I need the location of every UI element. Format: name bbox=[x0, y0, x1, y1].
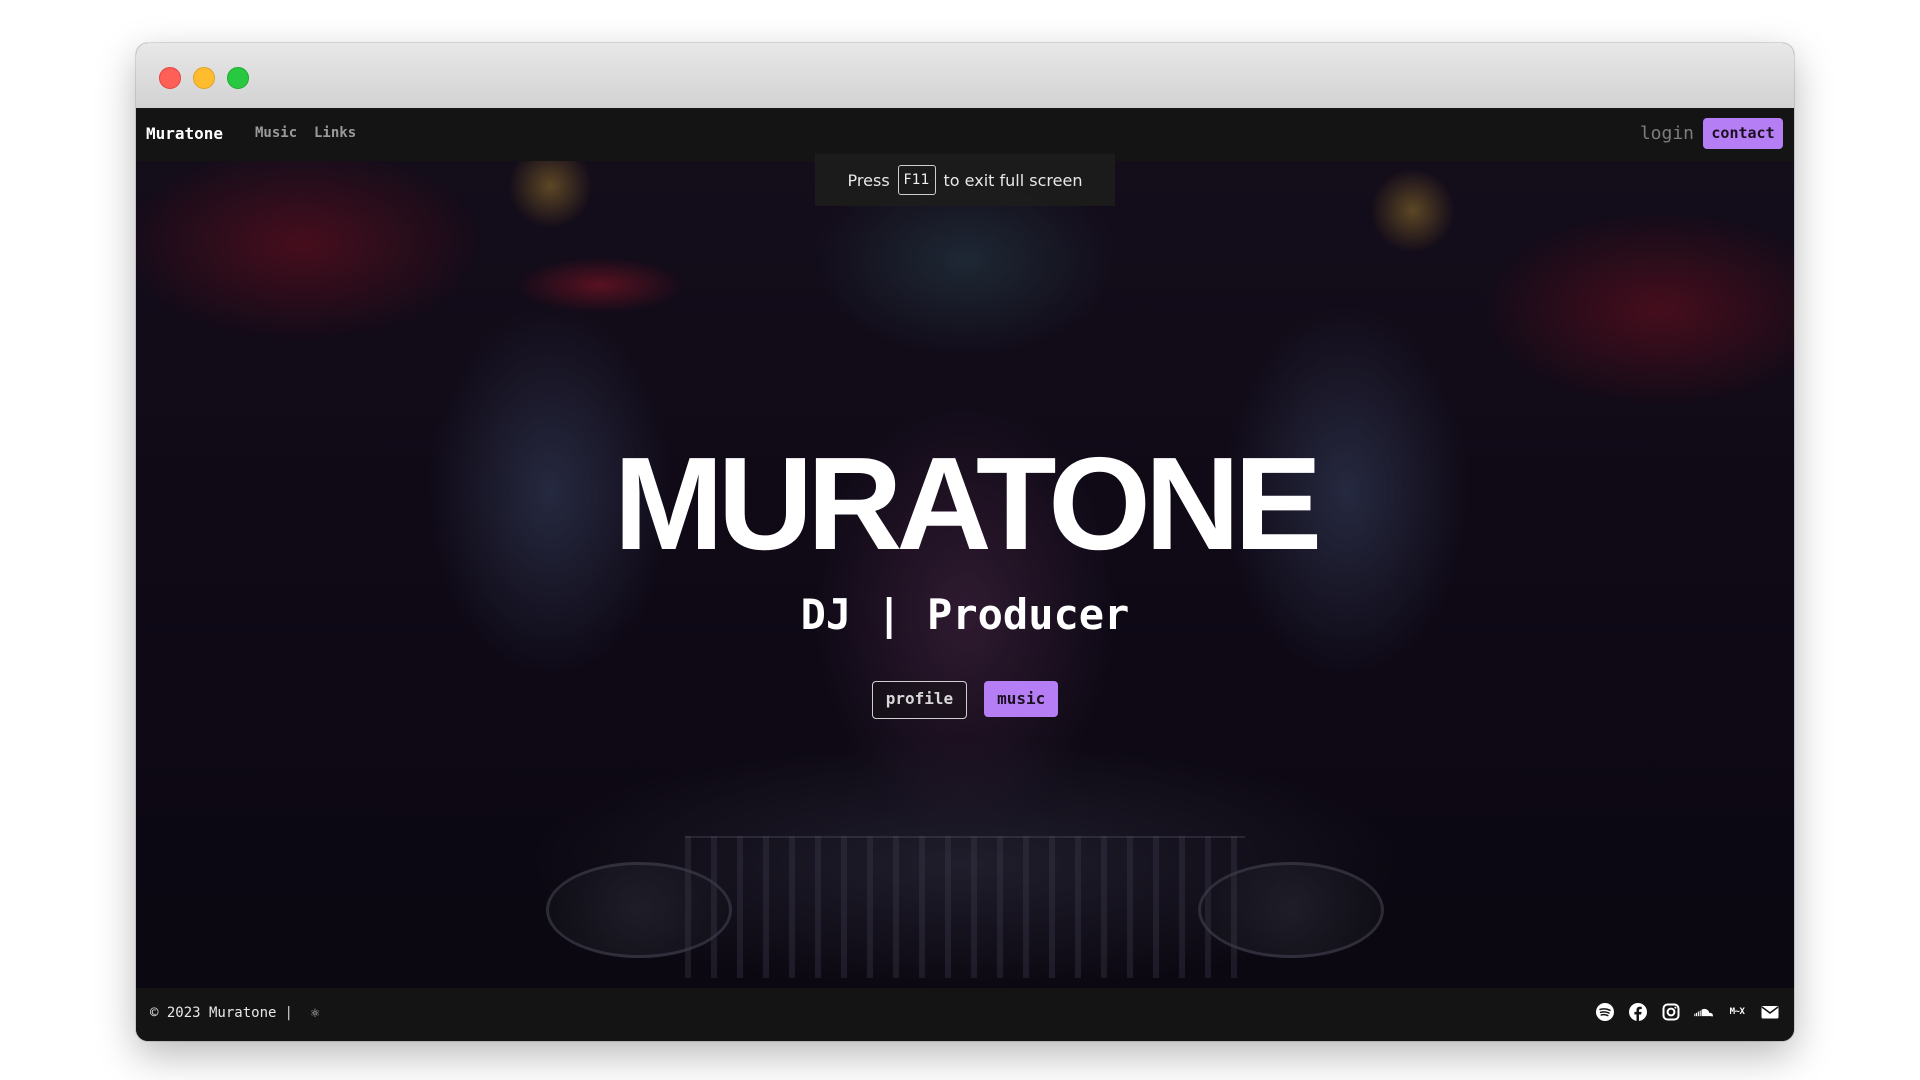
footer-copyright-group: © 2023 Muratone | ⚛ bbox=[150, 1005, 319, 1021]
react-icon: ⚛ bbox=[310, 1005, 320, 1021]
close-window-button[interactable] bbox=[159, 67, 181, 89]
footer-divider: | bbox=[284, 1005, 293, 1021]
nav-link-links[interactable]: Links bbox=[314, 125, 356, 141]
mixcloud-label: M~X bbox=[1729, 1007, 1745, 1017]
mail-icon[interactable] bbox=[1760, 1002, 1780, 1022]
hero-subtitle: DJ | Producer bbox=[800, 590, 1130, 639]
nav-link-music[interactable]: Music bbox=[255, 125, 297, 141]
instagram-icon[interactable] bbox=[1661, 1002, 1681, 1022]
fullscreen-window-button[interactable] bbox=[227, 67, 249, 89]
hero-buttons: profile music bbox=[136, 681, 1794, 719]
fullscreen-exit-notice: Press F11 to exit full screen bbox=[815, 154, 1115, 206]
copyright-text: © 2023 Muratone bbox=[150, 1005, 277, 1021]
profile-button[interactable]: profile bbox=[871, 681, 968, 719]
hero-title: MURATONE bbox=[613, 430, 1322, 577]
soundcloud-icon[interactable] bbox=[1694, 1002, 1714, 1022]
page-viewport: Muratone Music Links login contact Press… bbox=[136, 108, 1794, 1041]
minimize-window-button[interactable] bbox=[193, 67, 215, 89]
login-link[interactable]: login bbox=[1640, 123, 1694, 144]
spotify-icon[interactable] bbox=[1595, 1002, 1615, 1022]
mixcloud-icon[interactable]: M~X bbox=[1727, 1002, 1747, 1022]
browser-window: Muratone Music Links login contact Press… bbox=[136, 43, 1794, 1041]
window-titlebar bbox=[136, 43, 1794, 109]
facebook-icon[interactable] bbox=[1628, 1002, 1648, 1022]
music-button[interactable]: music bbox=[984, 681, 1059, 717]
social-links: M~X bbox=[1595, 1002, 1780, 1022]
brand-logo[interactable]: Muratone bbox=[146, 124, 223, 143]
notice-text-before: Press bbox=[847, 170, 890, 190]
contact-button[interactable]: contact bbox=[1703, 118, 1783, 149]
f11-keycap: F11 bbox=[897, 165, 936, 195]
notice-text-after: to exit full screen bbox=[943, 170, 1083, 190]
footer: © 2023 Muratone | ⚛ M~X bbox=[136, 988, 1794, 1041]
